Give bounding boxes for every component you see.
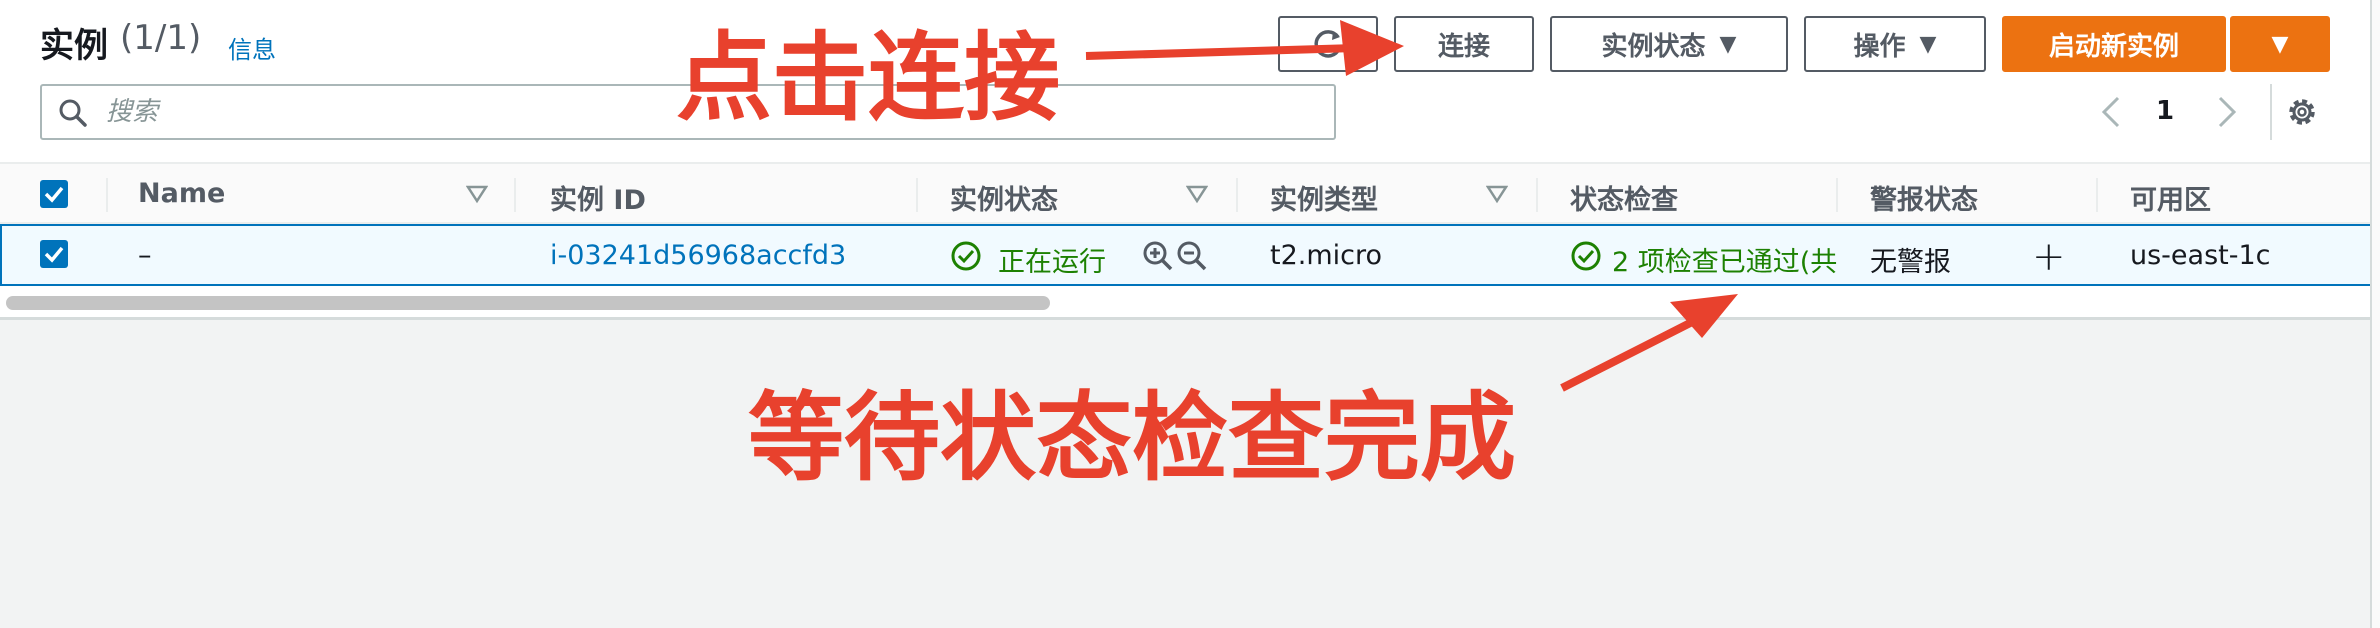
gear-icon[interactable] bbox=[2284, 94, 2320, 130]
actions-dropdown[interactable]: 操作 ▼ bbox=[1804, 16, 1986, 72]
instance-state-value: 正在运行 bbox=[998, 247, 1106, 278]
caret-down-icon: ▼ bbox=[1919, 31, 1937, 57]
caret-down-icon: ▼ bbox=[2271, 31, 2289, 57]
actions-label: 操作 bbox=[1853, 31, 1906, 62]
table-row[interactable]: – i-03241d56968accfd3 正在运行 t2.micro 2 项检… bbox=[0, 224, 2372, 286]
instance-id-link[interactable]: i-03241d56968accfd3 bbox=[550, 240, 846, 271]
column-divider bbox=[2096, 178, 2098, 212]
page-title: 实例 bbox=[40, 26, 108, 66]
refresh-button[interactable] bbox=[1278, 16, 1378, 72]
column-header-status-check[interactable]: 状态检查 bbox=[1570, 178, 1678, 217]
alarm-status-value: 无警报 bbox=[1870, 247, 1951, 278]
check-icon bbox=[44, 246, 64, 263]
annotation-wait-status-check: 等待状态检查完成 bbox=[748, 382, 1516, 494]
horizontal-scrollbar[interactable] bbox=[6, 296, 1050, 310]
column-divider bbox=[916, 178, 918, 212]
pager-divider bbox=[2270, 84, 2272, 140]
check-icon bbox=[44, 186, 64, 203]
launch-instance-label: 启动新实例 bbox=[2048, 31, 2179, 62]
row-checkbox[interactable] bbox=[40, 240, 68, 268]
info-link[interactable]: 信息 bbox=[228, 30, 276, 65]
column-divider bbox=[1236, 178, 1238, 212]
chevron-right-icon[interactable] bbox=[2208, 92, 2244, 132]
refresh-icon bbox=[1314, 30, 1342, 58]
current-page[interactable]: 1 bbox=[2156, 96, 2174, 126]
column-header-name[interactable]: Name bbox=[138, 178, 225, 209]
connect-button-label: 连接 bbox=[1437, 31, 1490, 62]
availability-zone-value: us-east-1c bbox=[2130, 240, 2271, 271]
zoom-in-icon[interactable] bbox=[1142, 240, 1174, 272]
check-circle-icon bbox=[951, 241, 981, 271]
add-alarm-icon[interactable]: + bbox=[2032, 234, 2066, 280]
connect-button[interactable]: 连接 bbox=[1394, 16, 1534, 72]
column-header-availability-zone[interactable]: 可用区 bbox=[2130, 178, 2211, 217]
sort-icon[interactable] bbox=[1186, 184, 1208, 204]
sort-icon[interactable] bbox=[466, 184, 488, 204]
annotation-click-connect: 点击连接 bbox=[676, 22, 1060, 134]
column-divider bbox=[514, 178, 516, 212]
launch-instance-button[interactable]: 启动新实例 bbox=[2002, 16, 2226, 72]
sort-icon[interactable] bbox=[1486, 184, 1508, 204]
instance-state-dropdown[interactable]: 实例状态 ▼ bbox=[1550, 16, 1788, 72]
column-divider bbox=[1836, 178, 1838, 212]
status-check-value: 2 项检查已通过(共 bbox=[1612, 247, 1838, 278]
chevron-left-icon[interactable] bbox=[2094, 92, 2130, 132]
column-divider bbox=[106, 178, 108, 212]
check-circle-icon bbox=[1571, 241, 1601, 271]
select-all-checkbox[interactable] bbox=[40, 180, 68, 208]
column-header-instance-state[interactable]: 实例状态 bbox=[950, 178, 1058, 217]
column-header-instance-type[interactable]: 实例类型 bbox=[1270, 178, 1378, 217]
instance-count: (1/1) bbox=[120, 18, 202, 58]
instance-type-value: t2.micro bbox=[1270, 240, 1383, 271]
table-header: Name 实例 ID 实例状态 实例类型 状态检查 警报状态 可用区 bbox=[0, 162, 2372, 224]
page-edge bbox=[2370, 0, 2380, 628]
zoom-out-icon[interactable] bbox=[1176, 240, 1208, 272]
instances-panel: 实例 (1/1) 信息 连接 实例状态 ▼ 操作 ▼ 启动新实例 ▼ 1 bbox=[0, 0, 2372, 320]
instance-state-label: 实例状态 bbox=[1601, 31, 1706, 62]
cell-name: – bbox=[138, 240, 152, 271]
column-divider bbox=[1536, 178, 1538, 212]
column-header-alarm-status[interactable]: 警报状态 bbox=[1870, 178, 1978, 217]
launch-options-button[interactable]: ▼ bbox=[2230, 16, 2330, 72]
search-icon bbox=[59, 99, 87, 127]
caret-down-icon: ▼ bbox=[1719, 31, 1737, 57]
column-header-instance-id[interactable]: 实例 ID bbox=[550, 178, 646, 217]
